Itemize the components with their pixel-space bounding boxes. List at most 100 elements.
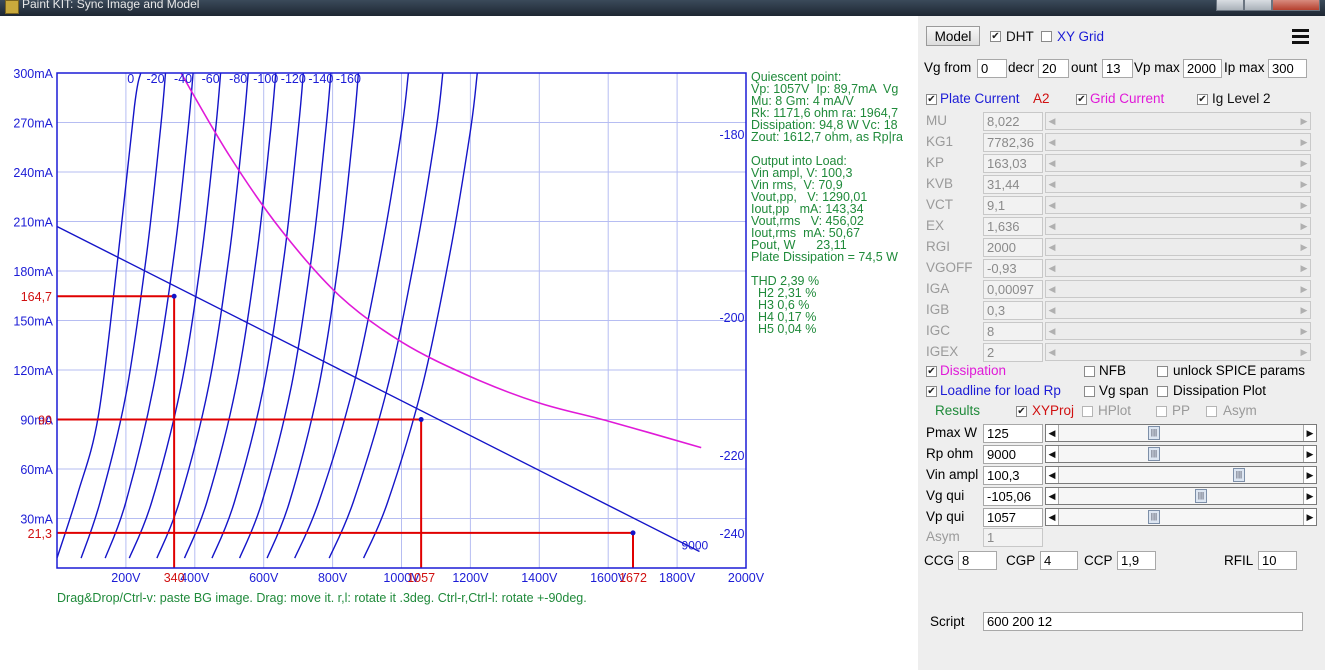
- y-tick-label: 270mA: [13, 117, 53, 131]
- projection-x-label: 1672: [619, 571, 647, 585]
- unlock-spice-checkbox[interactable]: [1157, 366, 1168, 377]
- slider-label-vg: Vg qui: [926, 488, 965, 503]
- vpmax-input[interactable]: 2000: [1183, 59, 1222, 78]
- asym-checkbox[interactable]: [1206, 406, 1217, 417]
- minimize-button[interactable]: [1216, 0, 1244, 11]
- slider-pmax[interactable]: ◀ ||| ▶: [1045, 424, 1317, 442]
- param-label-mu: MU: [926, 113, 947, 128]
- slider-label-vin: Vin ampl: [926, 467, 979, 482]
- y-tick-label: 210mA: [13, 216, 53, 230]
- ccp-label: CCP: [1084, 553, 1113, 568]
- window-title: Paint KIT: Sync Image and Model: [22, 0, 200, 11]
- slider-left-arrow[interactable]: ◀: [1046, 488, 1059, 504]
- y-tick-label: 180mA: [13, 265, 53, 279]
- x-tick-label: 1400V: [521, 571, 558, 585]
- param-slider-mu: ◀ ▶: [1045, 112, 1311, 130]
- slider-left-arrow[interactable]: ◀: [1046, 425, 1059, 441]
- slider-rp[interactable]: ◀ ||| ▶: [1045, 445, 1317, 463]
- slider-input-vp[interactable]: 1057: [983, 508, 1043, 527]
- y-tick-label: 240mA: [13, 166, 53, 180]
- rfil-label: RFIL: [1224, 553, 1254, 568]
- model-button[interactable]: Model: [926, 26, 980, 46]
- grid-curve-label: -40: [174, 72, 192, 86]
- ipmax-input[interactable]: 300: [1268, 59, 1307, 78]
- loadline-checkbox[interactable]: ✔: [926, 386, 937, 397]
- count-label: ount: [1071, 60, 1098, 75]
- script-input[interactable]: 600 200 12: [983, 612, 1303, 631]
- param-label-iga: IGA: [926, 281, 950, 296]
- ccp-input[interactable]: 1,9: [1117, 551, 1156, 570]
- slider-left-arrow[interactable]: ◀: [1046, 467, 1059, 483]
- info-line: H5 0,04 %: [751, 322, 816, 336]
- ig-level-checkbox[interactable]: ✔: [1197, 94, 1208, 105]
- info-line: Zout: 1612,7 ohm, as Rp|ra: [751, 130, 903, 144]
- slider-thumb[interactable]: |||: [1148, 447, 1160, 461]
- slider-left-arrow[interactable]: ◀: [1046, 446, 1059, 462]
- ccg-input[interactable]: 8: [958, 551, 997, 570]
- x-tick-label: 1800V: [659, 571, 696, 585]
- slider-label-rp: Rp ohm: [926, 446, 974, 461]
- grid-current-checkbox[interactable]: ✔: [1076, 94, 1087, 105]
- nfb-checkbox[interactable]: [1084, 366, 1095, 377]
- dht-checkbox[interactable]: ✔: [990, 31, 1001, 42]
- hplot-checkbox[interactable]: [1082, 406, 1093, 417]
- plate-current-label: Plate Current: [940, 91, 1020, 106]
- param-label-kp: KP: [926, 155, 945, 170]
- param-input-rgi: 2000: [983, 238, 1043, 257]
- plate-curves-chart[interactable]: 200V 400V 600V 800V 1000V 1200V 1400V 1600V 1800…: [0, 16, 918, 616]
- unlock-spice-label: unlock SPICE params: [1173, 363, 1306, 378]
- slider-vin[interactable]: ◀ ||| ▶: [1045, 466, 1317, 484]
- slider-right-arrow[interactable]: ▶: [1303, 467, 1316, 483]
- slider-thumb[interactable]: |||: [1195, 489, 1207, 503]
- param-slider-igb: ◀ ▶: [1045, 301, 1311, 319]
- nfb-label: NFB: [1099, 363, 1126, 378]
- ig-level-label: Ig Level 2: [1212, 91, 1271, 106]
- slider-label-vp: Vp qui: [926, 509, 965, 524]
- count-input[interactable]: 13: [1102, 59, 1133, 78]
- param-label-kg1: KG1: [926, 134, 954, 149]
- grid-curve-label: -240: [719, 527, 744, 541]
- vg-span-checkbox[interactable]: [1084, 386, 1095, 397]
- close-button[interactable]: [1272, 0, 1320, 11]
- menu-icon[interactable]: [1292, 29, 1309, 44]
- decr-input[interactable]: 20: [1038, 59, 1069, 78]
- projection-y-label: 21,3: [28, 527, 52, 541]
- slider-thumb[interactable]: |||: [1148, 510, 1160, 524]
- param-slider-igc: ◀ ▶: [1045, 322, 1311, 340]
- x-tick-label: 1200V: [452, 571, 489, 585]
- slider-thumb[interactable]: |||: [1148, 426, 1160, 440]
- info-line: Plate Dissipation = 74,5 W: [751, 250, 898, 264]
- projection-point: [630, 530, 636, 536]
- rfil-input[interactable]: 10: [1258, 551, 1297, 570]
- slider-input-pmax[interactable]: 125: [983, 424, 1043, 443]
- maximize-button[interactable]: [1244, 0, 1272, 11]
- slider-input-rp[interactable]: 9000: [983, 445, 1043, 464]
- slider-vp[interactable]: ◀ ||| ▶: [1045, 508, 1317, 526]
- dissipation-plot-checkbox[interactable]: [1157, 386, 1168, 397]
- vg-from-input[interactable]: 0: [977, 59, 1007, 78]
- pp-checkbox[interactable]: [1156, 406, 1167, 417]
- slider-right-arrow[interactable]: ▶: [1303, 509, 1316, 525]
- xyproj-checkbox[interactable]: ✔: [1016, 406, 1027, 417]
- asym-input: 1: [983, 528, 1043, 547]
- param-input-iga: 0,00097: [983, 280, 1043, 299]
- dissipation-checkbox[interactable]: ✔: [926, 366, 937, 377]
- slider-thumb[interactable]: |||: [1233, 468, 1245, 482]
- cgp-input[interactable]: 4: [1040, 551, 1078, 570]
- drag-help-text: Drag&Drop/Ctrl-v: paste BG image. Drag: …: [57, 591, 587, 605]
- slider-right-arrow[interactable]: ▶: [1303, 488, 1316, 504]
- slider-vg[interactable]: ◀ ||| ▶: [1045, 487, 1317, 505]
- slider-left-arrow[interactable]: ◀: [1046, 509, 1059, 525]
- param-input-igc: 8: [983, 322, 1043, 341]
- xygrid-checkbox[interactable]: [1041, 31, 1052, 42]
- results-button[interactable]: Results: [935, 403, 980, 418]
- param-slider-kg1: ◀ ▶: [1045, 133, 1311, 151]
- slider-right-arrow[interactable]: ▶: [1303, 446, 1316, 462]
- slider-input-vg[interactable]: -105,06: [983, 487, 1043, 506]
- plate-current-checkbox[interactable]: ✔: [926, 94, 937, 105]
- slider-input-vin[interactable]: 100,3: [983, 466, 1043, 485]
- grid-current-label: Grid Current: [1090, 91, 1165, 106]
- param-label-vct: VCT: [926, 197, 953, 212]
- slider-right-arrow[interactable]: ▶: [1303, 425, 1316, 441]
- grid-curve-label: 0: [127, 72, 134, 86]
